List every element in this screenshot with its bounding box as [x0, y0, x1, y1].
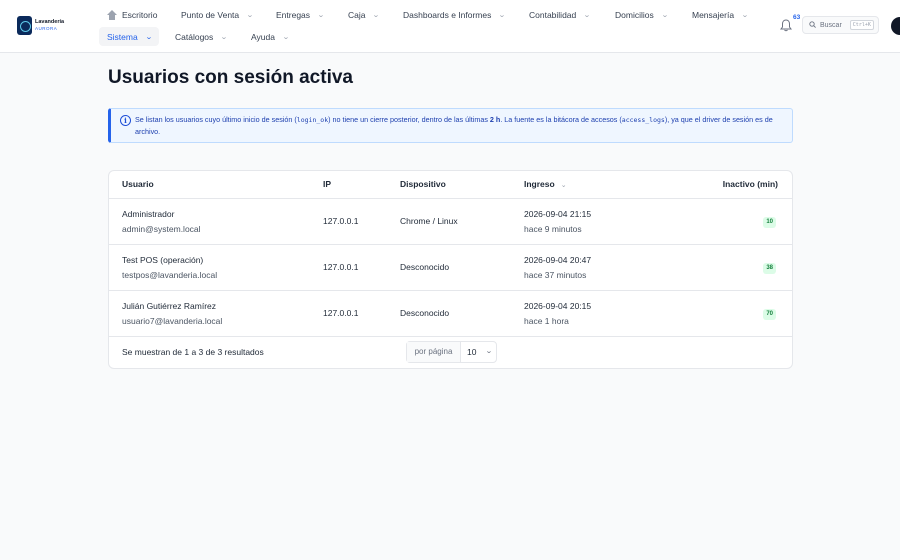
nav-label: Contabilidad [529, 10, 577, 20]
nav-label: Dashboards e Informes [403, 10, 492, 20]
chevron-down-icon: ⌄ [485, 348, 494, 355]
search-icon [809, 20, 816, 30]
idle-badge: 10 [763, 217, 776, 228]
nav-label: Escritorio [122, 10, 158, 20]
ip-cell: 127.0.0.1 [323, 216, 359, 226]
nav-punto-de-venta[interactable]: Punto de Venta ⌄ [181, 6, 254, 24]
user-name: Julián Gutiérrez Ramírez [122, 301, 217, 311]
nav-domicilios[interactable]: Domicilios ⌄ [615, 6, 668, 24]
info-text: Se listan los usuarios cuyo último inici… [135, 115, 773, 136]
table-row: Administrador admin@system.local 127.0.0… [109, 199, 792, 245]
nav-entregas[interactable]: Entregas ⌄ [276, 6, 325, 24]
page-title: Usuarios con sesión activa [108, 67, 353, 88]
nav-caja[interactable]: Caja ⌄ [348, 6, 381, 24]
column-header-device: Dispositivo [400, 179, 446, 189]
chevron-down-icon: ⌄ [660, 12, 669, 19]
column-header-user: Usuario [122, 179, 154, 189]
device-cell: Chrome / Linux [400, 216, 458, 226]
per-page-label: por página [407, 342, 461, 362]
idle-badge: 38 [763, 263, 776, 274]
chevron-down-icon: ⌄ [282, 34, 290, 41]
chevron-down-icon: ⌄ [372, 12, 381, 19]
app-logo[interactable]: Lavandería AURORA [17, 16, 64, 35]
user-email: admin@system.local [122, 224, 201, 234]
table-row: Test POS (operación) testpos@lavanderia.… [109, 245, 792, 291]
chevron-down-icon: ⌄ [220, 34, 229, 41]
chevron-down-icon: ⌄ [560, 182, 567, 189]
nav-label: Punto de Venta [181, 10, 240, 20]
login-relative: hace 9 minutos [524, 224, 582, 234]
nav-ayuda[interactable]: Ayuda ⌄ [251, 28, 290, 46]
avatar[interactable] [891, 17, 900, 35]
nav-sistema[interactable]: Sistema ⌄ [107, 28, 152, 46]
logo-line2: AURORA [35, 25, 58, 31]
user-name: Test POS (operación) [122, 255, 204, 265]
column-header-login[interactable]: Ingreso ⌄ [524, 179, 567, 189]
login-time: 2026-09-04 21:15 [524, 209, 592, 219]
nav-label: Entregas [276, 10, 311, 20]
column-header-ip: IP [323, 179, 332, 189]
sessions-table: Usuario IP Dispositivo Ingreso ⌄ Inactivo… [108, 170, 793, 369]
user-email: testpos@lavanderia.local [122, 270, 218, 280]
login-time: 2026-09-04 20:15 [524, 301, 592, 311]
logo-line1: Lavandería [35, 19, 65, 25]
nav-dashboards[interactable]: Dashboards e Informes ⌄ [403, 6, 507, 24]
nav-label: Mensajería [692, 10, 735, 20]
login-relative: hace 37 minutos [524, 270, 587, 280]
chevron-down-icon: ⌄ [246, 12, 254, 19]
nav-catalogos[interactable]: Catálogos ⌄ [175, 28, 229, 46]
ip-cell: 127.0.0.1 [323, 262, 359, 272]
login-time: 2026-09-04 20:47 [524, 255, 592, 265]
info-alert: i Se listan los usuarios cuyo último ini… [108, 108, 793, 143]
home-icon [107, 10, 117, 20]
search-shortcut: Ctrl+K [849, 20, 874, 30]
device-cell: Desconocido [400, 262, 450, 272]
nav-label: Caja [348, 10, 366, 20]
search-label: Buscar [820, 21, 842, 29]
chevron-down-icon: ⌄ [583, 12, 592, 19]
info-icon: i [120, 115, 131, 126]
chevron-down-icon: ⌄ [498, 12, 507, 19]
per-page-value: 10 [467, 347, 477, 357]
nav-label: Sistema [107, 32, 138, 42]
chevron-down-icon: ⌄ [741, 12, 749, 19]
idle-badge: 70 [763, 309, 776, 320]
logo-icon [17, 16, 32, 35]
user-name: Administrador [122, 209, 175, 219]
user-email: usuario7@lavanderia.local [122, 316, 223, 326]
ip-cell: 127.0.0.1 [323, 308, 359, 318]
column-header-idle: Inactivo (min) [722, 179, 778, 189]
nav-escritorio[interactable]: Escritorio [107, 6, 157, 24]
nav-label: Catálogos [175, 32, 214, 42]
chevron-down-icon: ⌄ [144, 34, 153, 41]
notification-count: 63 [793, 14, 801, 21]
search-button[interactable]: Buscar Ctrl+K [802, 16, 879, 34]
results-summary: Se muestran de 1 a 3 de 3 resultados [122, 347, 264, 357]
bell-icon[interactable] [780, 19, 792, 32]
top-navbar: Lavandería AURORA Escritorio Punto de Ve… [0, 0, 900, 53]
nav-label: Ayuda [251, 32, 275, 42]
per-page-control: por página 10 ⌄ [406, 341, 497, 363]
nav-mensajeria[interactable]: Mensajería ⌄ [692, 6, 749, 24]
login-relative: hace 1 hora [524, 316, 569, 326]
device-cell: Desconocido [400, 308, 450, 318]
chevron-down-icon: ⌄ [317, 12, 325, 19]
nav-contabilidad[interactable]: Contabilidad ⌄ [529, 6, 592, 24]
table-row: Julián Gutiérrez Ramírez usuario7@lavand… [109, 291, 792, 337]
per-page-select[interactable]: 10 ⌄ [461, 342, 496, 362]
nav-label: Domicilios [615, 10, 654, 20]
